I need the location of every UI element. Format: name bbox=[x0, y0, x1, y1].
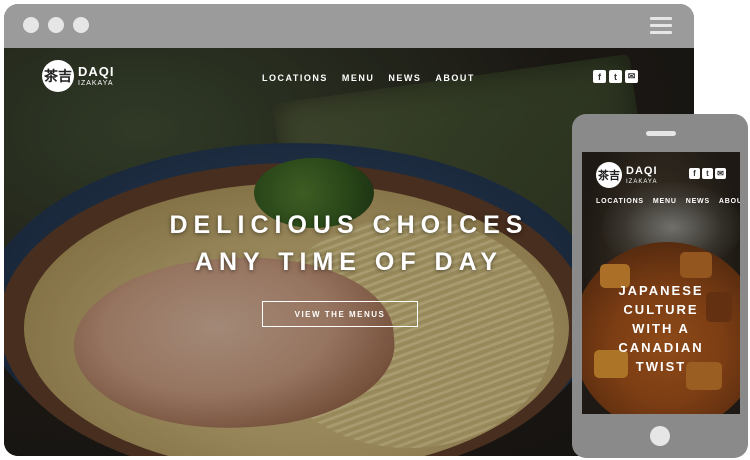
mobile-site-logo[interactable]: 茶吉 DAQI IZAKAYA bbox=[596, 162, 658, 188]
mobile-site-viewport: 茶吉 DAQI IZAKAYA f t ✉ LOCATIONS MENU NEW… bbox=[582, 152, 740, 414]
social-links: f t ✉ bbox=[593, 70, 638, 83]
mobile-headline-line5: TWIST bbox=[635, 359, 687, 374]
site-logo[interactable]: 茶吉 DAQI IZAKAYA bbox=[42, 60, 115, 92]
nav-menu[interactable]: MENU bbox=[342, 73, 375, 83]
mobile-headline-line2: CULTURE bbox=[623, 302, 699, 317]
mobile-nav: LOCATIONS MENU NEWS ABOUT bbox=[596, 198, 740, 205]
nav-locations[interactable]: LOCATIONS bbox=[262, 73, 328, 83]
logo-name: DAQI bbox=[78, 64, 115, 79]
twitter-icon[interactable]: t bbox=[702, 168, 713, 179]
phone-speaker bbox=[646, 131, 676, 136]
mobile-nav-news[interactable]: NEWS bbox=[686, 198, 710, 205]
email-icon[interactable]: ✉ bbox=[625, 70, 638, 83]
nav-news[interactable]: NEWS bbox=[388, 73, 421, 83]
browser-title-bar bbox=[4, 4, 694, 48]
mobile-logo-name: DAQI bbox=[626, 164, 658, 177]
facebook-icon[interactable]: f bbox=[689, 168, 700, 179]
window-close-dot[interactable] bbox=[23, 17, 39, 33]
mobile-nav-menu[interactable]: MENU bbox=[653, 198, 677, 205]
logo-subtitle: IZAKAYA bbox=[78, 80, 114, 87]
mobile-logo-mark: 茶吉 bbox=[596, 162, 622, 188]
facebook-icon[interactable]: f bbox=[593, 70, 606, 83]
mobile-headline-line1: JAPANESE bbox=[618, 283, 704, 298]
mobile-headline-line3: WITH A bbox=[632, 321, 690, 336]
main-nav: LOCATIONS MENU NEWS ABOUT bbox=[262, 73, 475, 83]
email-icon[interactable]: ✉ bbox=[715, 168, 726, 179]
mobile-headline-line4: CANADIAN bbox=[618, 340, 704, 355]
hamburger-icon[interactable] bbox=[650, 17, 672, 34]
phone-frame: 茶吉 DAQI IZAKAYA f t ✉ LOCATIONS MENU NEW… bbox=[572, 114, 748, 458]
window-minimize-dot[interactable] bbox=[48, 17, 64, 33]
mobile-nav-locations[interactable]: LOCATIONS bbox=[596, 198, 644, 205]
logo-mark: 茶吉 bbox=[42, 60, 74, 92]
mobile-nav-about[interactable]: ABOUT bbox=[719, 198, 740, 205]
window-maximize-dot[interactable] bbox=[73, 17, 89, 33]
mobile-logo-subtitle: IZAKAYA bbox=[626, 178, 658, 185]
nav-about[interactable]: ABOUT bbox=[435, 73, 475, 83]
phone-home-button[interactable] bbox=[650, 426, 670, 446]
mobile-social-links: f t ✉ bbox=[689, 168, 726, 179]
view-menus-button[interactable]: VIEW THE MENUS bbox=[262, 301, 418, 327]
twitter-icon[interactable]: t bbox=[609, 70, 622, 83]
